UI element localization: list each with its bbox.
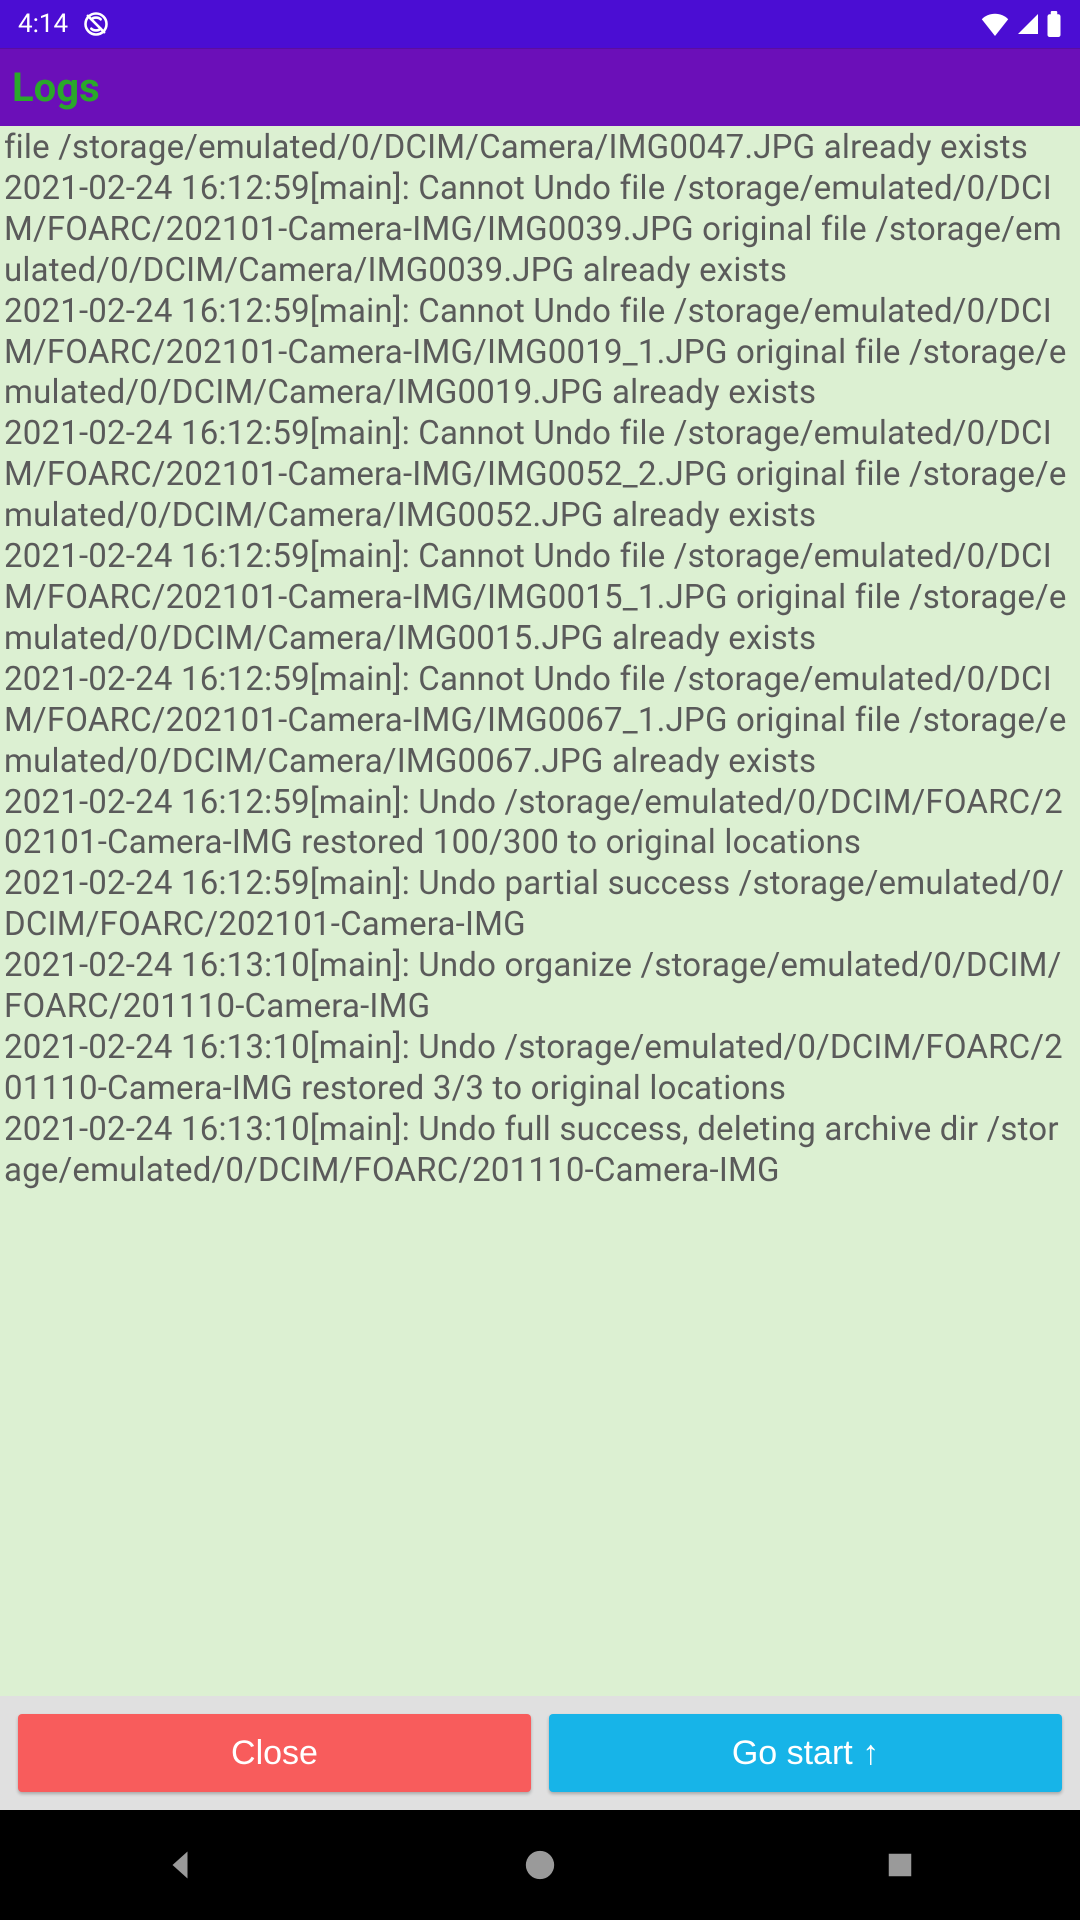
log-line: 2021-02-24 16:12:59[main]: Cannot Undo f… [4, 414, 1067, 535]
no-sync-icon [82, 10, 110, 38]
log-line: 2021-02-24 16:13:10[main]: Undo organize… [4, 946, 1061, 1026]
back-button[interactable] [150, 1835, 210, 1895]
log-line: 2021-02-24 16:12:59[main]: Cannot Undo f… [4, 169, 1062, 290]
android-nav-bar [0, 1810, 1080, 1920]
go-start-button[interactable]: Go start ↑ [549, 1714, 1062, 1792]
status-bar-right [980, 11, 1062, 37]
log-line: file /storage/emulated/0/DCIM/Camera/IMG… [4, 128, 1028, 167]
battery-icon [1046, 11, 1062, 37]
status-bar: 4:14 [0, 0, 1080, 48]
log-line: 2021-02-24 16:12:59[main]: Cannot Undo f… [4, 660, 1067, 781]
status-time: 4:14 [18, 9, 68, 39]
log-line: 2021-02-24 16:13:10[main]: Undo /storage… [4, 1028, 1063, 1108]
status-bar-left: 4:14 [18, 9, 110, 39]
log-line: 2021-02-24 16:12:59[main]: Cannot Undo f… [4, 537, 1067, 658]
log-line: 2021-02-24 16:12:59[main]: Undo /storage… [4, 783, 1063, 863]
log-output[interactable]: file /storage/emulated/0/DCIM/Camera/IMG… [0, 126, 1080, 1696]
recents-button[interactable] [870, 1835, 930, 1895]
wifi-icon [980, 12, 1010, 36]
cellular-icon [1016, 12, 1040, 36]
home-button[interactable] [510, 1835, 570, 1895]
page-title: Logs [12, 64, 100, 111]
button-row: Close Go start ↑ [0, 1696, 1080, 1810]
log-line: 2021-02-24 16:12:59[main]: Undo partial … [4, 864, 1064, 944]
app-bar: Logs [0, 48, 1080, 126]
close-button[interactable]: Close [18, 1714, 531, 1792]
log-line: 2021-02-24 16:13:10[main]: Undo full suc… [4, 1110, 1059, 1190]
log-line: 2021-02-24 16:12:59[main]: Cannot Undo f… [4, 292, 1067, 413]
